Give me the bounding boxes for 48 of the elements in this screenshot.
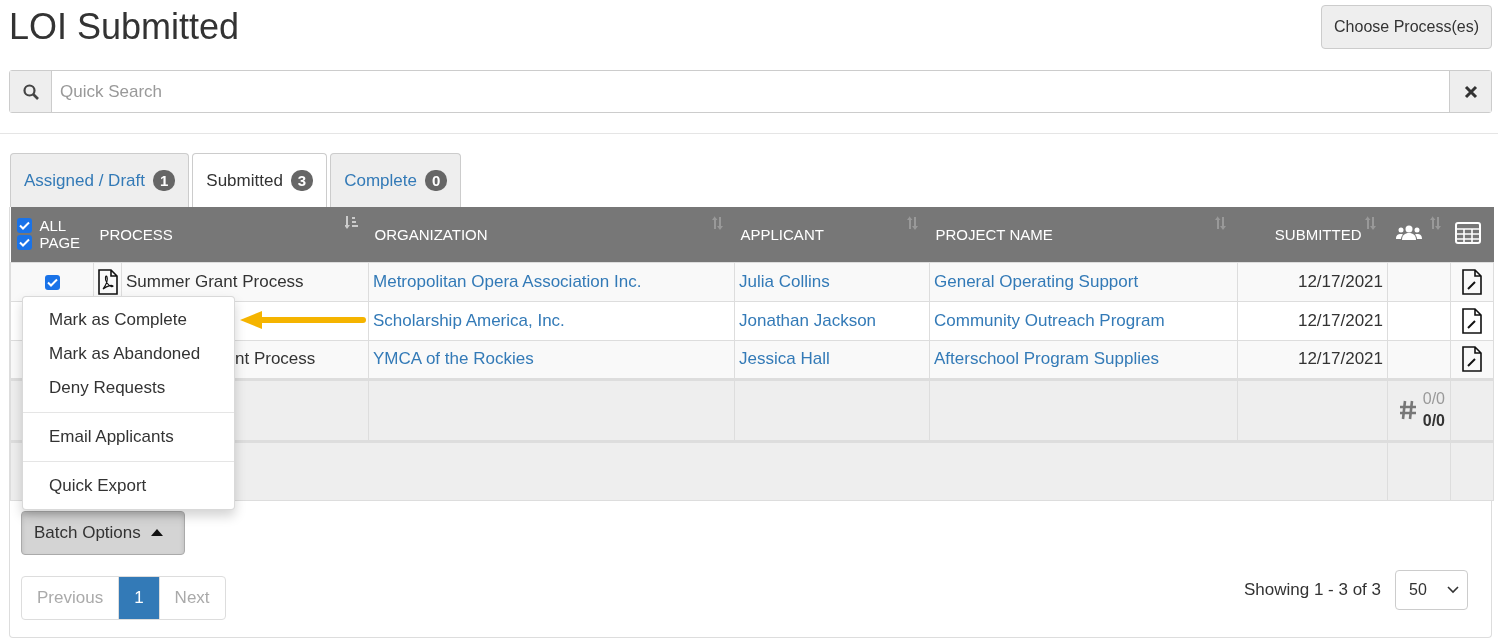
page-title: LOI Submitted: [9, 6, 240, 48]
close-icon: [1463, 84, 1478, 99]
page-size-select[interactable]: 50: [1395, 570, 1468, 610]
row-checkbox[interactable]: [44, 274, 60, 290]
column-header[interactable]: [1450, 207, 1494, 262]
count-badge: 0: [424, 170, 448, 191]
table-grid-icon: [1454, 221, 1481, 244]
batch-options-button[interactable]: Batch Options: [21, 510, 185, 555]
hash-icon: [1398, 400, 1417, 420]
count-badge: 3: [290, 170, 314, 191]
checkbox-label: PAGE: [39, 234, 81, 252]
edit-document-icon[interactable]: [1462, 346, 1482, 372]
table-cell: 12/17/2021: [1297, 349, 1383, 368]
caret-icon: [150, 529, 163, 536]
column-header[interactable]: APPLICANT: [734, 207, 930, 262]
clear-button[interactable]: [1449, 71, 1491, 112]
menu-item[interactable]: Deny Requests: [23, 371, 234, 405]
tab[interactable]: Complete 0: [330, 153, 462, 207]
summary-count: 0/0: [1422, 389, 1445, 409]
menu-item[interactable]: Mark as Complete: [23, 303, 234, 337]
checkbox[interactable]: [16, 235, 32, 251]
menu-item[interactable]: Mark as Abandoned: [23, 337, 234, 371]
column-header[interactable]: PROCESS: [93, 207, 369, 262]
chevron-down-icon: [1447, 586, 1459, 594]
column-header[interactable]: PROJECT NAME: [929, 207, 1238, 262]
menu-item[interactable]: Email Applicants: [23, 420, 234, 454]
table-cell: 12/17/2021: [1297, 271, 1383, 291]
sort-descending-icon[interactable]: [344, 215, 359, 231]
checkbox-label: ALL: [39, 217, 67, 235]
table-cell: nt Process: [235, 349, 316, 368]
menu-item[interactable]: Quick Export: [23, 469, 234, 503]
search-icon: [22, 83, 39, 100]
tab[interactable]: Submitted 3: [192, 153, 328, 207]
tab[interactable]: Assigned / Draft 1: [10, 153, 190, 207]
checkbox[interactable]: [16, 218, 32, 234]
choose-processes-button[interactable]: Choose Process(es): [1321, 5, 1492, 49]
table-cell: Summer Grant Process: [126, 271, 304, 291]
pdf-file-icon[interactable]: [98, 268, 118, 295]
count-badge: 1: [152, 170, 176, 191]
results-count: Showing 1 - 3 of 3: [1243, 580, 1381, 600]
column-header[interactable]: ORGANIZATION: [368, 207, 735, 262]
column-header[interactable]: SUBMITTED: [1237, 207, 1388, 262]
table-cell: 12/17/2021: [1297, 310, 1383, 330]
summary-total: 0/0: [1422, 411, 1445, 431]
edit-document-icon[interactable]: [1462, 307, 1482, 334]
people-icon: [1395, 224, 1422, 241]
edit-document-icon[interactable]: [1462, 268, 1482, 295]
page-number-button[interactable]: 1: [118, 575, 160, 620]
